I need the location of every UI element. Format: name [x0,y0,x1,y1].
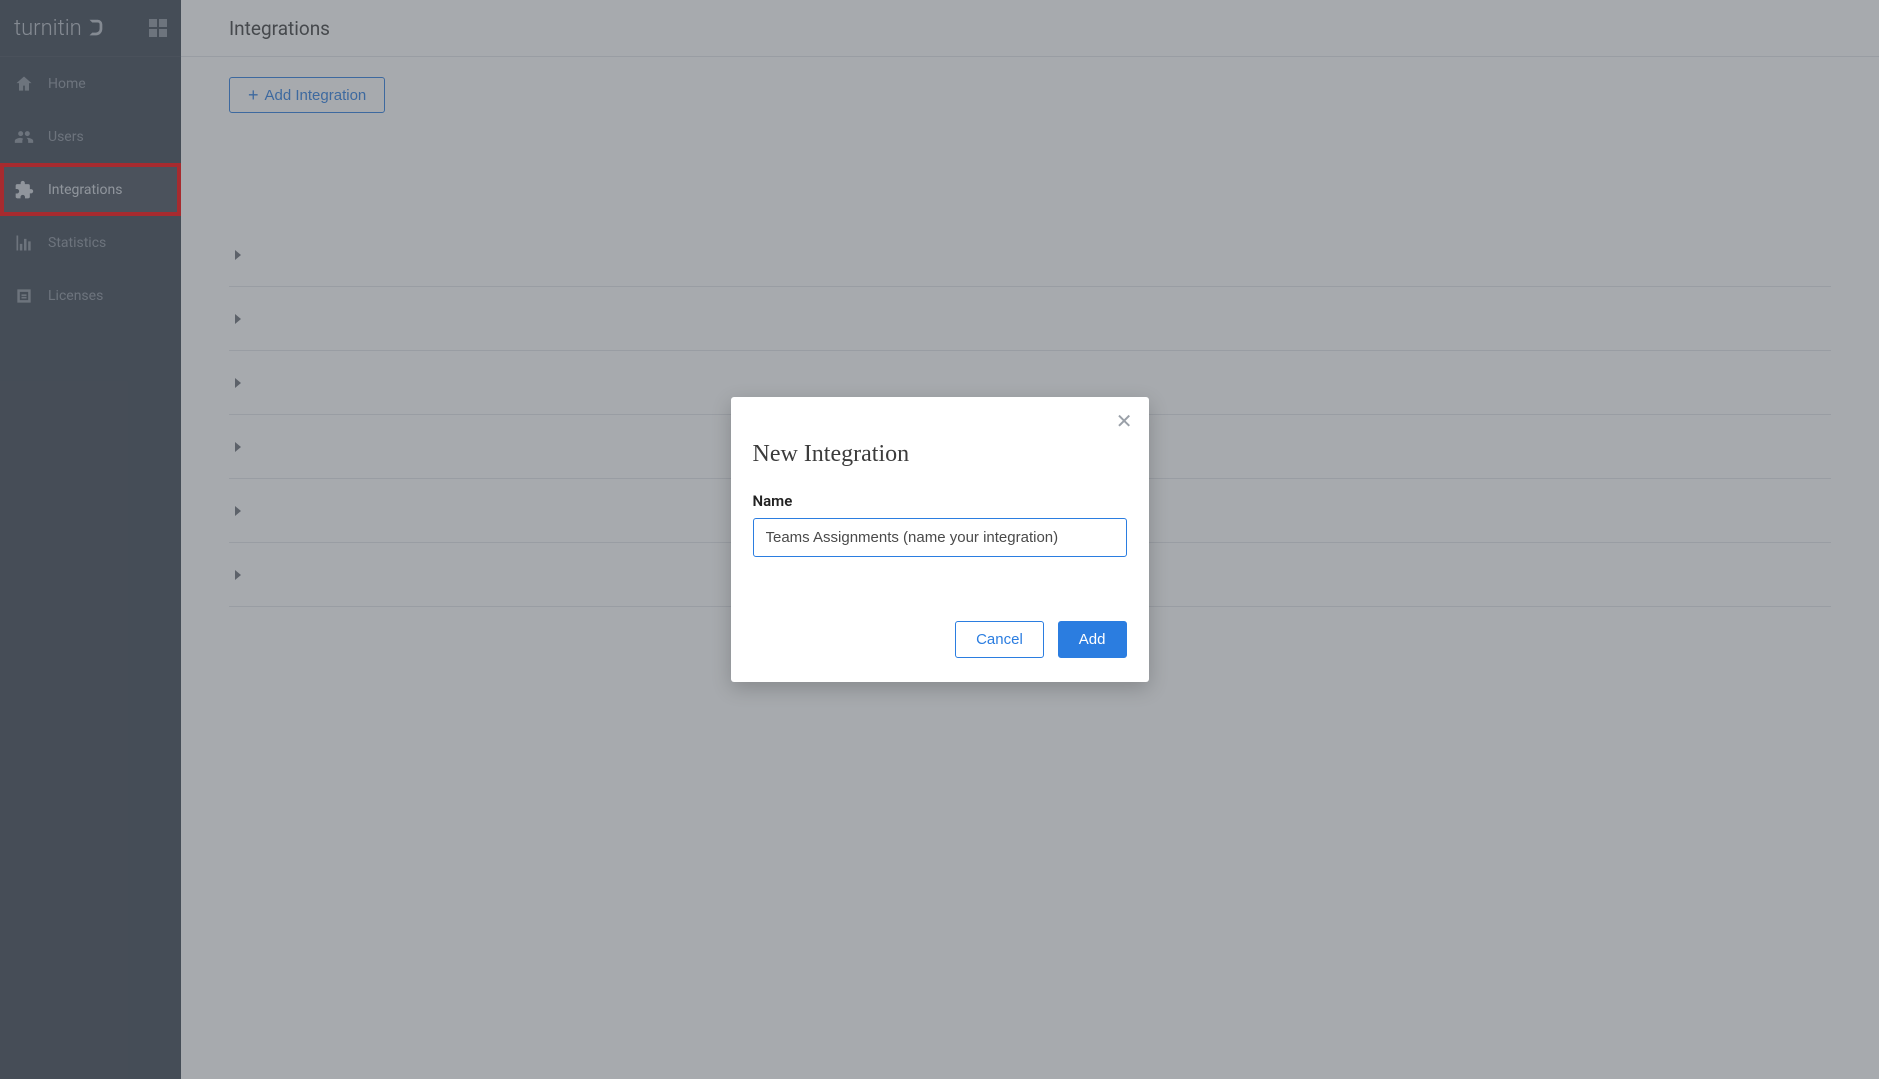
modal-overlay[interactable]: ✕ New Integration Name Cancel Add [0,0,1879,1079]
close-icon[interactable]: ✕ [1116,411,1133,431]
new-integration-modal: ✕ New Integration Name Cancel Add [731,397,1149,682]
modal-actions: Cancel Add [753,621,1127,658]
integration-name-input[interactable] [753,518,1127,557]
cancel-button[interactable]: Cancel [955,621,1044,658]
add-button[interactable]: Add [1058,621,1127,658]
name-field-label: Name [753,492,1127,510]
modal-title: New Integration [753,441,1127,468]
